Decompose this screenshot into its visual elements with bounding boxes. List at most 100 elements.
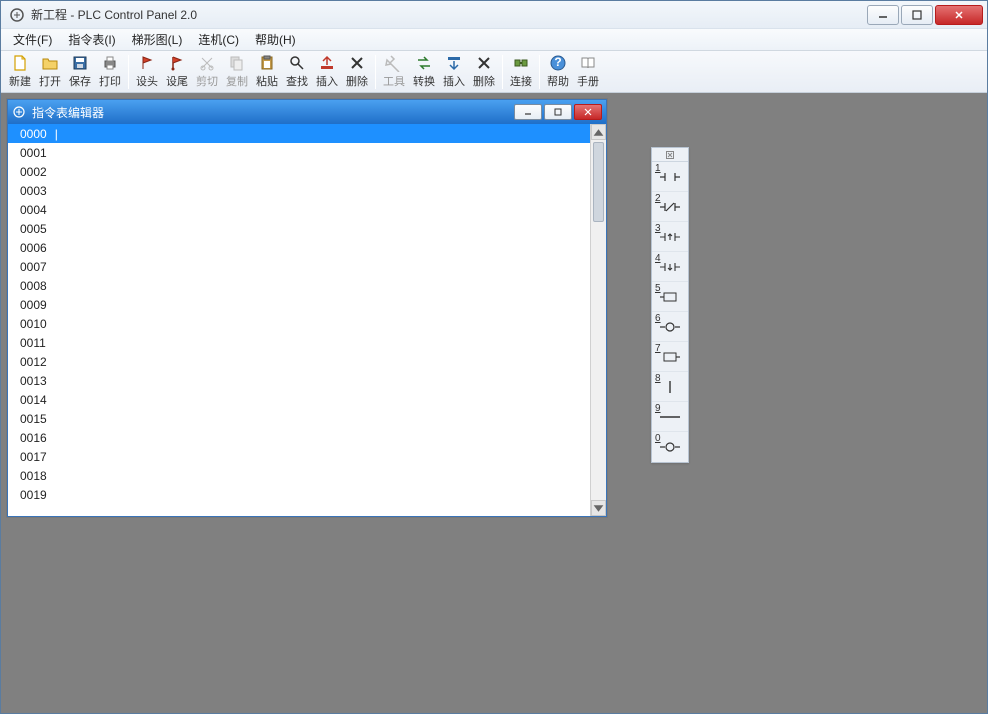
delete-icon bbox=[348, 54, 366, 72]
palette-item-coil[interactable]: 0 bbox=[652, 432, 688, 462]
instruction-row[interactable]: 0007 bbox=[8, 257, 590, 276]
copy-icon bbox=[228, 54, 246, 72]
menu-link[interactable]: 连机(C) bbox=[190, 29, 247, 50]
window-buttons bbox=[867, 5, 983, 25]
instruction-row[interactable]: 0014 bbox=[8, 390, 590, 409]
insert-icon bbox=[445, 54, 463, 72]
instruction-row[interactable]: 0002 bbox=[8, 162, 590, 181]
menu-help[interactable]: 帮助(H) bbox=[247, 29, 304, 50]
svg-text:?: ? bbox=[554, 55, 561, 69]
help-button[interactable]: ?帮助 bbox=[543, 52, 573, 91]
connect-button[interactable]: 连接 bbox=[506, 52, 536, 91]
instruction-row[interactable]: 0016 bbox=[8, 428, 590, 447]
manual-icon bbox=[579, 54, 597, 72]
palette-item-vline[interactable]: 8 bbox=[652, 372, 688, 402]
instruction-row[interactable]: 0005 bbox=[8, 219, 590, 238]
palette-shortcut-number: 1 bbox=[655, 163, 661, 174]
app-icon bbox=[9, 7, 25, 23]
manual-button[interactable]: 手册 bbox=[573, 52, 603, 91]
insert2-button[interactable]: 插入 bbox=[439, 52, 469, 91]
find-icon bbox=[288, 54, 306, 72]
settail-button[interactable]: 设尾 bbox=[162, 52, 192, 91]
find-button[interactable]: 查找 bbox=[282, 52, 312, 91]
close-button[interactable] bbox=[935, 5, 983, 25]
palette-shortcut-number: 6 bbox=[655, 313, 661, 324]
copy-button[interactable]: 复制 bbox=[222, 52, 252, 91]
vertical-scrollbar[interactable] bbox=[590, 124, 606, 516]
palette-shortcut-number: 0 bbox=[655, 433, 661, 444]
sethead-button[interactable]: 设头 bbox=[132, 52, 162, 91]
new-button[interactable]: 新建 bbox=[5, 52, 35, 91]
delete-icon bbox=[475, 54, 493, 72]
print-icon bbox=[101, 54, 119, 72]
instruction-row[interactable]: 0019 bbox=[8, 485, 590, 504]
palette-shortcut-number: 5 bbox=[655, 283, 661, 294]
subwindow-titlebar[interactable]: 指令表编辑器 bbox=[8, 100, 606, 124]
instruction-row[interactable]: 0000 bbox=[8, 124, 590, 143]
palette-item-coil[interactable]: 6 bbox=[652, 312, 688, 342]
scroll-up-button[interactable] bbox=[591, 124, 606, 140]
delete-button[interactable]: 删除 bbox=[342, 52, 372, 91]
instruction-row[interactable]: 0013 bbox=[8, 371, 590, 390]
ladder-symbol-icon bbox=[659, 170, 681, 184]
new-file-icon bbox=[11, 54, 29, 72]
ladder-palette[interactable]: 1 234 5 6 78 90 bbox=[651, 147, 689, 463]
menu-ladder[interactable]: 梯形图(L) bbox=[124, 29, 191, 50]
paste-button[interactable]: 粘贴 bbox=[252, 52, 282, 91]
convert-button[interactable]: 转换 bbox=[409, 52, 439, 91]
instruction-row[interactable]: 0006 bbox=[8, 238, 590, 257]
menu-instruction[interactable]: 指令表(I) bbox=[60, 29, 123, 50]
sub-close-button[interactable] bbox=[574, 104, 602, 120]
menu-file[interactable]: 文件(F) bbox=[5, 29, 60, 50]
palette-item-coil-r[interactable]: 7 bbox=[652, 342, 688, 372]
editor-icon bbox=[12, 105, 26, 119]
cut-button[interactable]: 剪切 bbox=[192, 52, 222, 91]
convert-icon bbox=[415, 54, 433, 72]
palette-shortcut-number: 8 bbox=[655, 373, 661, 384]
instruction-row[interactable]: 0001 bbox=[8, 143, 590, 162]
open-button[interactable]: 打开 bbox=[35, 52, 65, 91]
minimize-button[interactable] bbox=[867, 5, 899, 25]
instruction-row[interactable]: 0004 bbox=[8, 200, 590, 219]
titlebar: 新工程 - PLC Control Panel 2.0 bbox=[1, 1, 987, 29]
ladder-symbol-icon bbox=[659, 290, 681, 304]
delete2-button[interactable]: 删除 bbox=[469, 52, 499, 91]
instruction-row[interactable]: 0009 bbox=[8, 295, 590, 314]
ladder-symbol-icon bbox=[659, 380, 681, 394]
instruction-row[interactable]: 0017 bbox=[8, 447, 590, 466]
sub-maximize-button[interactable] bbox=[544, 104, 572, 120]
toolbar-separator bbox=[375, 55, 376, 89]
sub-minimize-button[interactable] bbox=[514, 104, 542, 120]
paste-icon bbox=[258, 54, 276, 72]
palette-item-fall[interactable]: 4 bbox=[652, 252, 688, 282]
palette-item-rise[interactable]: 3 bbox=[652, 222, 688, 252]
instruction-row[interactable]: 0011 bbox=[8, 333, 590, 352]
palette-item-coil-l[interactable]: 5 bbox=[652, 282, 688, 312]
instruction-row[interactable]: 0012 bbox=[8, 352, 590, 371]
save-button[interactable]: 保存 bbox=[65, 52, 95, 91]
tool-button[interactable]: 工具 bbox=[379, 52, 409, 91]
instruction-row[interactable]: 0015 bbox=[8, 409, 590, 428]
instruction-row[interactable]: 0018 bbox=[8, 466, 590, 485]
palette-close-button[interactable] bbox=[652, 148, 688, 162]
print-button[interactable]: 打印 bbox=[95, 52, 125, 91]
scroll-down-button[interactable] bbox=[591, 500, 606, 516]
palette-shortcut-number: 4 bbox=[655, 253, 661, 264]
palette-item-nc[interactable]: 2 bbox=[652, 192, 688, 222]
toolbar-separator bbox=[539, 55, 540, 89]
ladder-symbol-icon bbox=[659, 200, 681, 214]
save-icon bbox=[71, 54, 89, 72]
instruction-row[interactable]: 0010 bbox=[8, 314, 590, 333]
ladder-symbol-icon bbox=[659, 350, 681, 364]
instruction-list[interactable]: 0000000100020003000400050006000700080009… bbox=[8, 124, 590, 516]
scroll-thumb[interactable] bbox=[593, 142, 604, 222]
ladder-symbol-icon bbox=[659, 440, 681, 454]
instruction-row[interactable]: 0008 bbox=[8, 276, 590, 295]
insert-button[interactable]: 插入 bbox=[312, 52, 342, 91]
palette-item-no[interactable]: 1 bbox=[652, 162, 688, 192]
maximize-button[interactable] bbox=[901, 5, 933, 25]
palette-item-hline[interactable]: 9 bbox=[652, 402, 688, 432]
instruction-row[interactable]: 0003 bbox=[8, 181, 590, 200]
ladder-symbol-icon bbox=[659, 230, 681, 244]
flag-end-icon bbox=[168, 54, 186, 72]
